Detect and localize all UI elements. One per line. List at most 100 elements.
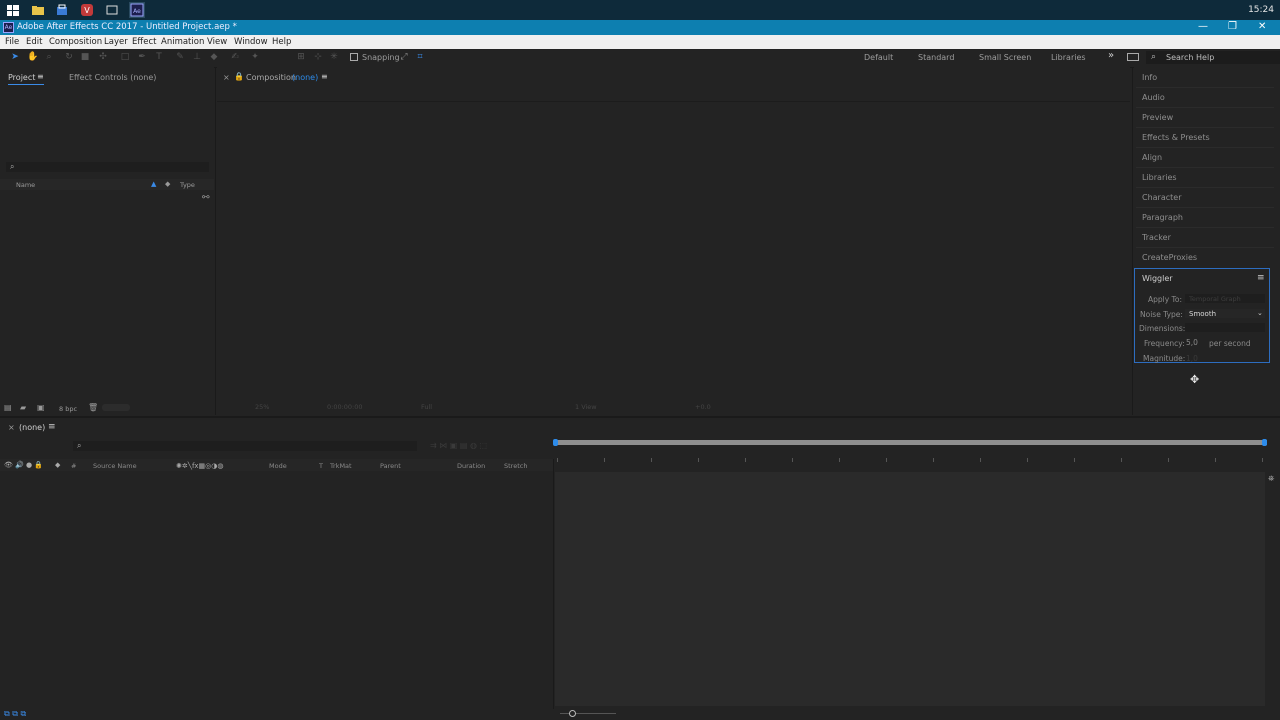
label-tag-icon[interactable]: ◆ [165,180,170,188]
column-source-name[interactable]: Source Name [93,462,137,470]
search-help-field[interactable]: ⌕ Search Help [1146,51,1280,64]
media-icon[interactable] [105,3,119,17]
timeline-menu-icon[interactable]: ≡ [48,422,56,432]
file-explorer-icon[interactable] [31,3,45,17]
column-parent[interactable]: Parent [380,462,401,470]
av-switches-icon[interactable]: 👁 🔊 ● 🔒 [4,461,43,469]
bit-depth-label[interactable]: 8 bpc [59,405,77,413]
rectangle-tool-icon[interactable]: □ [120,52,130,62]
thumbnail-slider[interactable] [102,404,130,411]
frequency-value[interactable]: 5,0 [1186,338,1198,347]
resolution-value[interactable]: Full [421,403,432,411]
timeline-tab[interactable]: (none) [19,423,45,432]
zoom-slider-handle[interactable] [569,710,576,717]
panel-createproxies[interactable]: CreateProxies [1142,253,1197,262]
workspace-libraries[interactable]: Libraries [1051,53,1086,62]
panel-effects-presets[interactable]: Effects & Presets [1142,133,1210,142]
column-trkmat[interactable]: TrkMat [330,462,352,470]
composition-tab-name[interactable]: (none) [292,73,318,82]
timeline-search-input[interactable]: ⌕ [73,441,417,451]
apply-to-select[interactable]: Temporal Graph [1185,294,1265,303]
camera-tool-icon[interactable]: ■ [80,52,90,62]
type-tool-icon[interactable]: T [154,52,164,62]
exposure-value[interactable]: +0.0 [695,403,711,411]
project-search-input[interactable]: ⌕ [6,162,209,172]
snap-features-icon[interactable]: ⌗ [415,52,425,62]
time-ruler[interactable] [555,448,1265,470]
timeline-toggle-icons[interactable]: ⧉ ⧉ ⧉ [4,709,26,719]
dimensions-select[interactable] [1185,323,1265,332]
column-stretch[interactable]: Stretch [504,462,527,470]
store-icon[interactable] [55,3,69,17]
panel-character[interactable]: Character [1142,193,1182,202]
workspace-small-screen[interactable]: Small Screen [979,53,1031,62]
menu-file[interactable]: File [5,37,19,47]
wiggler-menu-icon[interactable]: ≡ [1257,273,1265,283]
close-tab-icon[interactable]: × [223,73,230,82]
column-duration[interactable]: Duration [457,462,485,470]
time-navigator-start-handle[interactable] [553,439,558,446]
maximize-button[interactable]: ❐ [1228,21,1237,32]
pen-tool-icon[interactable]: ✒ [137,52,147,62]
local-axis-icon[interactable]: ⊞ [296,52,306,62]
lock-icon[interactable]: 🔒 [234,72,244,81]
comp-mini-flowchart-icon[interactable]: ⇉ ⋈ ▣ ▤ ◍ ⬚ [430,441,487,450]
brush-tool-icon[interactable]: ✎ [175,52,185,62]
current-time-value[interactable]: 0:00:00:00 [327,403,363,411]
snapping-checkbox[interactable] [350,53,358,61]
vivaldi-icon[interactable]: V [80,3,94,17]
column-t[interactable]: T [319,462,323,470]
comp-marker-bin-icon[interactable]: ⛯ [1268,474,1274,484]
layer-switches-icon[interactable]: ✺✲╲fx▦◎◑◍ [176,462,224,470]
flowchart-icon[interactable]: ⚯ [202,193,210,203]
new-composition-icon[interactable]: ▣ [37,403,45,412]
menu-animation[interactable]: Animation [161,37,204,47]
clone-stamp-tool-icon[interactable]: ⊥ [192,52,202,62]
workspace-default[interactable]: Default [864,53,893,62]
magnitude-value[interactable]: 1,0 [1186,354,1198,363]
interpret-footage-icon[interactable]: ▤ [4,403,12,412]
eraser-tool-icon[interactable]: ◆ [209,52,219,62]
column-type[interactable]: Type [180,181,195,189]
panel-align[interactable]: Align [1142,153,1162,162]
panel-audio[interactable]: Audio [1142,93,1165,102]
panel-paragraph[interactable]: Paragraph [1142,213,1183,222]
view-axis-icon[interactable]: ✳ [329,52,339,62]
view-layout-value[interactable]: 1 View [575,403,597,411]
label-tag-icon[interactable]: ◆ [55,461,60,469]
world-axis-icon[interactable]: ⊹ [313,52,323,62]
workspace-more-button[interactable]: » [1108,50,1114,61]
zoom-tool-icon[interactable]: ⌕ [44,52,54,62]
column-mode[interactable]: Mode [269,462,287,470]
tab-project[interactable]: Project [8,73,35,82]
workspace-standard[interactable]: Standard [918,53,954,62]
menu-composition[interactable]: Composition [49,37,102,47]
timeline-track-area[interactable] [555,472,1265,706]
minimize-button[interactable]: — [1198,21,1208,32]
trash-icon[interactable]: 🗑 [88,403,98,412]
pan-behind-tool-icon[interactable]: ✣ [98,52,108,62]
panel-tracker[interactable]: Tracker [1142,233,1171,242]
close-button[interactable]: ✕ [1258,21,1266,32]
magnification-value[interactable]: 25% [255,403,269,411]
selection-tool-icon[interactable]: ➤ [10,52,20,62]
column-number[interactable]: # [71,462,76,470]
noise-type-select[interactable]: Smooth ⌄ [1185,309,1265,318]
menu-layer[interactable]: Layer [104,37,128,47]
rotate-tool-icon[interactable]: ↻ [64,52,74,62]
composition-tab-label[interactable]: Composition [246,73,296,82]
after-effects-icon[interactable]: Ae [129,2,145,18]
sort-up-icon[interactable]: ▲ [151,180,156,188]
new-folder-icon[interactable]: ▰ [20,403,26,412]
panel-info[interactable]: Info [1142,73,1157,82]
composition-menu-icon[interactable]: ≡ [321,72,328,81]
menu-view[interactable]: View [207,37,227,47]
windows-start-icon[interactable] [6,3,20,17]
column-name[interactable]: Name [16,181,35,189]
time-navigator-end-handle[interactable] [1262,439,1267,446]
tab-effect-controls[interactable]: Effect Controls (none) [69,73,156,82]
menu-window[interactable]: Window [234,37,268,47]
panel-libraries[interactable]: Libraries [1142,173,1177,182]
time-navigator-bar[interactable] [555,440,1267,445]
menu-edit[interactable]: Edit [26,37,42,47]
